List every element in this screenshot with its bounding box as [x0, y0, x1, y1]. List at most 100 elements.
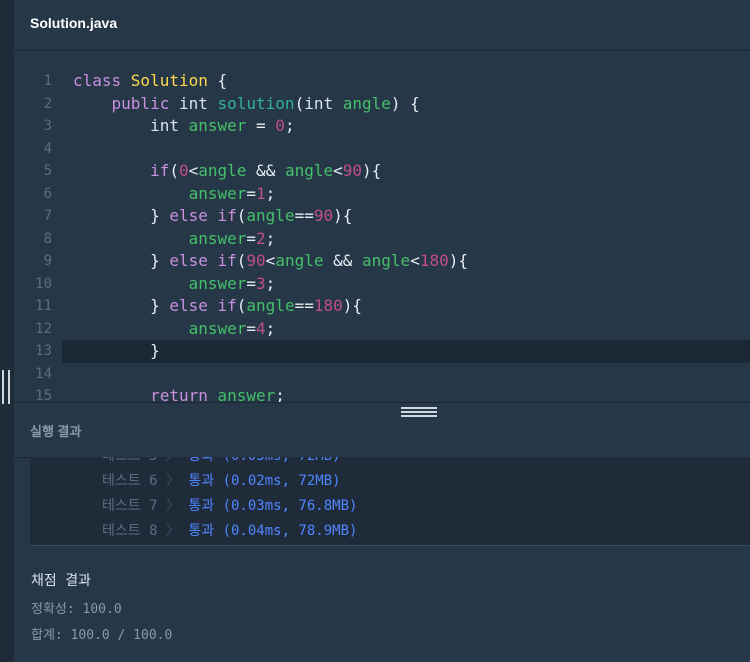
code-token: ;	[284, 116, 295, 135]
code-text: }	[73, 340, 160, 363]
test-status: 통과 (0.02ms, 72MB)	[188, 473, 341, 489]
code-token: ;	[265, 318, 276, 338]
code-text: return answer;	[73, 385, 285, 402]
code-token: if	[150, 161, 170, 180]
code-token: angle	[275, 251, 324, 270]
code-token: 0	[178, 161, 189, 180]
code-token: ){	[333, 206, 353, 225]
code-line[interactable]: 13 }	[35, 340, 750, 363]
code-token: class	[73, 71, 131, 90]
results-panel[interactable]: 테스트 5 〉 통과 (0.03ms, 72MB)테스트 6 〉 통과 (0.0…	[30, 457, 750, 546]
code-line[interactable]: 12 answer=4;	[14, 318, 750, 341]
code-text: answer=2;	[73, 228, 276, 251]
code-line[interactable]: 1 class Solution {	[14, 70, 750, 93]
file-header: Solution.java	[14, 0, 750, 51]
test-result-row: 테스트 6 〉 통과 (0.02ms, 72MB)	[102, 469, 341, 494]
code-token: angle	[246, 206, 295, 225]
separator-icon: 〉	[166, 457, 180, 464]
code-token: answer	[188, 273, 247, 293]
code-token: else if	[169, 296, 237, 315]
code-token: &&	[323, 251, 363, 270]
left-gutter	[0, 0, 14, 662]
line-number: 13	[35, 343, 52, 359]
line-number: 6	[43, 185, 52, 202]
results-title: 실행 결과	[30, 424, 82, 439]
line-number: 14	[35, 365, 52, 382]
grading-title: 채점 결과	[31, 573, 91, 589]
code-token: 90	[313, 206, 334, 225]
code-line[interactable]: 4	[14, 138, 750, 161]
separator-icon: 〉	[165, 498, 180, 514]
code-token: int	[178, 93, 218, 113]
code-line[interactable]: 5 if(0<angle && angle<90){	[14, 160, 750, 183]
code-line[interactable]: 7 } else if(angle==90){	[14, 205, 750, 228]
code-token: (	[169, 161, 179, 180]
splitter-drag-handle[interactable]	[401, 407, 437, 419]
results-header: 실행 결과	[14, 402, 750, 458]
code-line[interactable]: 10 answer=3;	[14, 273, 750, 296]
code-token: ;	[275, 386, 285, 402]
code-line[interactable]: 3 int answer = 0;	[14, 115, 750, 138]
code-token: <	[188, 161, 199, 180]
code-token: <	[333, 161, 343, 180]
line-number: 15	[35, 388, 52, 402]
code-token: =	[246, 318, 257, 338]
panel-resize-handle[interactable]	[2, 370, 10, 404]
code-text: answer=4;	[73, 318, 276, 341]
code-line[interactable]: 6 answer=1;	[14, 183, 750, 206]
code-token: else if	[169, 206, 237, 225]
code-token: ){	[342, 296, 363, 315]
code-token: int	[304, 93, 343, 113]
line-number: 8	[43, 230, 52, 247]
code-token: 90	[342, 161, 363, 180]
line-number: 3	[43, 118, 52, 134]
code-text: } else if(90<angle && angle<180){	[73, 250, 468, 273]
code-token: solution	[217, 93, 295, 113]
code-line[interactable]: 11 } else if(angle==180){	[14, 295, 750, 318]
line-number: 5	[43, 163, 52, 179]
code-token: answer	[188, 228, 247, 248]
test-status: 통과 (0.03ms, 76.8MB)	[188, 498, 358, 514]
separator-icon: 〉	[165, 473, 180, 489]
code-text: answer=1;	[73, 183, 276, 206]
code-token: int	[150, 116, 189, 135]
code-token: answer	[188, 318, 247, 338]
test-label: 테스트 6	[102, 473, 158, 489]
code-line[interactable]: 9 } else if(90<angle && angle<180){	[14, 250, 750, 273]
test-result-row: 테스트 5 〉 통과 (0.03ms, 72MB)	[102, 457, 341, 469]
code-token: angle	[342, 93, 391, 113]
code-line[interactable]: 2 public int solution(int angle) {	[14, 93, 750, 116]
test-result-row: 테스트 8 〉 통과 (0.04ms, 78.9MB)	[102, 519, 357, 544]
code-token: (	[236, 296, 247, 315]
line-number: 4	[43, 140, 52, 157]
code-line[interactable]: 8 answer=2;	[14, 228, 750, 251]
code-line[interactable]: 15 return answer;	[14, 385, 750, 402]
accuracy-score: 정확성: 100.0	[31, 602, 122, 617]
code-token: answer	[217, 386, 276, 402]
total-score: 합계: 100.0 / 100.0	[31, 628, 173, 643]
line-number: 10	[35, 275, 52, 292]
separator-icon: 〉	[165, 523, 180, 539]
code-text: class Solution {	[73, 70, 227, 93]
code-token: angle	[362, 251, 411, 270]
file-tab[interactable]: Solution.java	[30, 15, 117, 31]
code-token: angle	[246, 296, 295, 315]
code-token: }	[73, 296, 170, 315]
test-label: 테스트 7	[102, 498, 158, 514]
code-token: ){	[448, 251, 468, 270]
test-label: 테스트 8	[102, 523, 158, 539]
code-token: public	[111, 93, 179, 113]
code-line[interactable]: 14	[14, 363, 750, 386]
code-text: int answer = 0;	[73, 115, 295, 138]
code-token: }	[73, 251, 170, 270]
code-token: }	[73, 341, 160, 360]
line-number: 11	[35, 298, 52, 314]
code-editor[interactable]: 1 class Solution {2 public int solution(i…	[14, 51, 750, 402]
line-number: 1	[43, 73, 52, 89]
code-token: angle	[198, 161, 247, 180]
code-token: ) {	[390, 93, 420, 113]
